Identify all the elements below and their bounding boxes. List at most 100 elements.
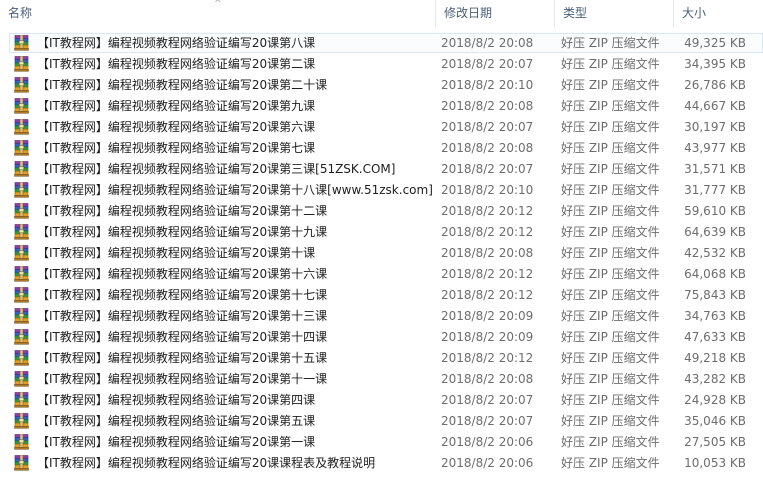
file-modified-date: 2018/8/2 20:06 <box>441 456 534 470</box>
file-name: 【IT教程网】编程视频教程网络验证编写20课第十八课[www.51zsk.com… <box>37 183 432 197</box>
file-type: 好压 ZIP 压缩文件 <box>561 36 660 50</box>
file-size: 35,046 KB <box>684 414 746 428</box>
winrar-archive-icon <box>13 98 30 114</box>
file-row[interactable]: 【IT教程网】编程视频教程网络验证编写20课第一课 2018/8/2 20:06 好… <box>0 432 763 453</box>
file-row[interactable]: 【IT教程网】编程视频教程网络验证编写20课第四课 2018/8/2 20:07 好… <box>0 390 763 411</box>
file-type: 好压 ZIP 压缩文件 <box>561 309 660 323</box>
winrar-archive-icon <box>13 434 30 450</box>
file-row[interactable]: 【IT教程网】编程视频教程网络验证编写20课第十八课[www.51zsk.com… <box>0 180 763 201</box>
file-row[interactable]: 【IT教程网】编程视频教程网络验证编写20课第十七课 2018/8/2 20:12… <box>0 285 763 306</box>
column-header-size-label: 大小 <box>682 6 707 20</box>
file-modified-date: 2018/8/2 20:12 <box>441 267 534 281</box>
file-name: 【IT教程网】编程视频教程网络验证编写20课第二课 <box>37 57 316 71</box>
file-row[interactable]: 【IT教程网】编程视频教程网络验证编写20课第二课 2018/8/2 20:07 好… <box>0 54 763 75</box>
file-name: 【IT教程网】编程视频教程网络验证编写20课第三课[51ZSK.COM] <box>37 162 396 176</box>
file-row[interactable]: 【IT教程网】编程视频教程网络验证编写20课第十一课 2018/8/2 20:08… <box>0 369 763 390</box>
file-modified-date: 2018/8/2 20:07 <box>441 162 534 176</box>
file-modified-date: 2018/8/2 20:10 <box>441 78 534 92</box>
file-size: 26,786 KB <box>684 78 746 92</box>
winrar-archive-icon <box>13 329 30 345</box>
file-type: 好压 ZIP 压缩文件 <box>561 330 660 344</box>
file-name: 【IT教程网】编程视频教程网络验证编写20课第七课 <box>37 141 316 155</box>
file-row[interactable]: 【IT教程网】编程视频教程网络验证编写20课第十四课 2018/8/2 20:09… <box>0 327 763 348</box>
file-row[interactable]: 【IT教程网】编程视频教程网络验证编写20课第十九课 2018/8/2 20:12… <box>0 222 763 243</box>
file-size: 42,532 KB <box>684 246 746 260</box>
file-name: 【IT教程网】编程视频教程网络验证编写20课第九课 <box>37 99 316 113</box>
file-list: 【IT教程网】编程视频教程网络验证编写20课第八课 2018/8/2 20:08 好… <box>0 33 763 474</box>
file-type: 好压 ZIP 压缩文件 <box>561 183 660 197</box>
file-row[interactable]: 【IT教程网】编程视频教程网络验证编写20课第二十课 2018/8/2 20:10… <box>0 75 763 96</box>
file-modified-date: 2018/8/2 20:08 <box>441 372 534 386</box>
file-modified-date: 2018/8/2 20:07 <box>441 393 534 407</box>
winrar-archive-icon <box>13 266 30 282</box>
file-name: 【IT教程网】编程视频教程网络验证编写20课第八课 <box>37 36 316 50</box>
winrar-archive-icon <box>13 287 30 303</box>
file-row[interactable]: 【IT教程网】编程视频教程网络验证编写20课第八课 2018/8/2 20:08 好… <box>0 33 763 54</box>
file-row[interactable]: 【IT教程网】编程视频教程网络验证编写20课第九课 2018/8/2 20:08 好… <box>0 96 763 117</box>
file-row[interactable]: 【IT教程网】编程视频教程网络验证编写20课第三课[51ZSK.COM] 2018… <box>0 159 763 180</box>
file-modified-date: 2018/8/2 20:08 <box>441 99 534 113</box>
column-header-size[interactable]: 大小 <box>674 0 763 27</box>
file-name: 【IT教程网】编程视频教程网络验证编写20课第十九课 <box>37 225 328 239</box>
file-size: 31,777 KB <box>684 183 746 197</box>
file-type: 好压 ZIP 压缩文件 <box>561 414 660 428</box>
file-size: 47,633 KB <box>684 330 746 344</box>
file-size: 49,218 KB <box>684 351 746 365</box>
file-type: 好压 ZIP 压缩文件 <box>561 393 660 407</box>
file-type: 好压 ZIP 压缩文件 <box>561 57 660 71</box>
file-type: 好压 ZIP 压缩文件 <box>561 162 660 176</box>
file-type: 好压 ZIP 压缩文件 <box>561 204 660 218</box>
file-name: 【IT教程网】编程视频教程网络验证编写20课课程表及教程说明 <box>37 456 376 470</box>
winrar-archive-icon <box>13 35 30 51</box>
file-row[interactable]: 【IT教程网】编程视频教程网络验证编写20课第十五课 2018/8/2 20:12… <box>0 348 763 369</box>
file-type: 好压 ZIP 压缩文件 <box>561 435 660 449</box>
file-modified-date: 2018/8/2 20:12 <box>441 351 534 365</box>
file-size: 34,395 KB <box>684 57 746 71</box>
file-type: 好压 ZIP 压缩文件 <box>561 120 660 134</box>
file-size: 49,325 KB <box>684 36 746 50</box>
file-name: 【IT教程网】编程视频教程网络验证编写20课第十六课 <box>37 267 328 281</box>
column-header-name[interactable]: 名称 ^ <box>0 0 436 27</box>
file-size: 64,639 KB <box>684 225 746 239</box>
winrar-archive-icon <box>13 350 30 366</box>
file-size: 59,610 KB <box>684 204 746 218</box>
file-size: 34,763 KB <box>684 309 746 323</box>
file-name: 【IT教程网】编程视频教程网络验证编写20课第五课 <box>37 414 316 428</box>
column-header-date[interactable]: 修改日期 <box>436 0 555 27</box>
winrar-archive-icon <box>13 140 30 156</box>
file-modified-date: 2018/8/2 20:06 <box>441 435 534 449</box>
file-name: 【IT教程网】编程视频教程网络验证编写20课第十五课 <box>37 351 328 365</box>
file-row[interactable]: 【IT教程网】编程视频教程网络验证编写20课第六课 2018/8/2 20:07 好… <box>0 117 763 138</box>
winrar-archive-icon <box>13 77 30 93</box>
winrar-archive-icon <box>13 203 30 219</box>
file-row[interactable]: 【IT教程网】编程视频教程网络验证编写20课第七课 2018/8/2 20:08 好… <box>0 138 763 159</box>
winrar-archive-icon <box>13 182 30 198</box>
winrar-archive-icon <box>13 371 30 387</box>
file-modified-date: 2018/8/2 20:09 <box>441 330 534 344</box>
file-modified-date: 2018/8/2 20:08 <box>441 141 534 155</box>
file-row[interactable]: 【IT教程网】编程视频教程网络验证编写20课第十课 2018/8/2 20:08 好… <box>0 243 763 264</box>
file-row[interactable]: 【IT教程网】编程视频教程网络验证编写20课第十二课 2018/8/2 20:12… <box>0 201 763 222</box>
file-size: 31,571 KB <box>684 162 746 176</box>
file-type: 好压 ZIP 压缩文件 <box>561 351 660 365</box>
file-size: 30,197 KB <box>684 120 746 134</box>
file-row[interactable]: 【IT教程网】编程视频教程网络验证编写20课第五课 2018/8/2 20:07 好… <box>0 411 763 432</box>
file-row[interactable]: 【IT教程网】编程视频教程网络验证编写20课第十六课 2018/8/2 20:12… <box>0 264 763 285</box>
file-modified-date: 2018/8/2 20:12 <box>441 288 534 302</box>
file-modified-date: 2018/8/2 20:12 <box>441 204 534 218</box>
winrar-archive-icon <box>13 455 30 471</box>
file-modified-date: 2018/8/2 20:07 <box>441 414 534 428</box>
winrar-archive-icon <box>13 161 30 177</box>
file-size: 10,053 KB <box>684 456 746 470</box>
file-name: 【IT教程网】编程视频教程网络验证编写20课第十二课 <box>37 204 328 218</box>
winrar-archive-icon <box>13 119 30 135</box>
column-header-type[interactable]: 类型 <box>555 0 674 27</box>
file-type: 好压 ZIP 压缩文件 <box>561 267 660 281</box>
column-header-date-label: 修改日期 <box>444 6 493 20</box>
file-row[interactable]: 【IT教程网】编程视频教程网络验证编写20课第十三课 2018/8/2 20:09… <box>0 306 763 327</box>
file-type: 好压 ZIP 压缩文件 <box>561 372 660 386</box>
winrar-archive-icon <box>13 392 30 408</box>
file-row[interactable]: 【IT教程网】编程视频教程网络验证编写20课课程表及教程说明 2018/8/2 2… <box>0 453 763 474</box>
file-name: 【IT教程网】编程视频教程网络验证编写20课第十课 <box>37 246 316 260</box>
column-header-type-label: 类型 <box>563 6 588 20</box>
